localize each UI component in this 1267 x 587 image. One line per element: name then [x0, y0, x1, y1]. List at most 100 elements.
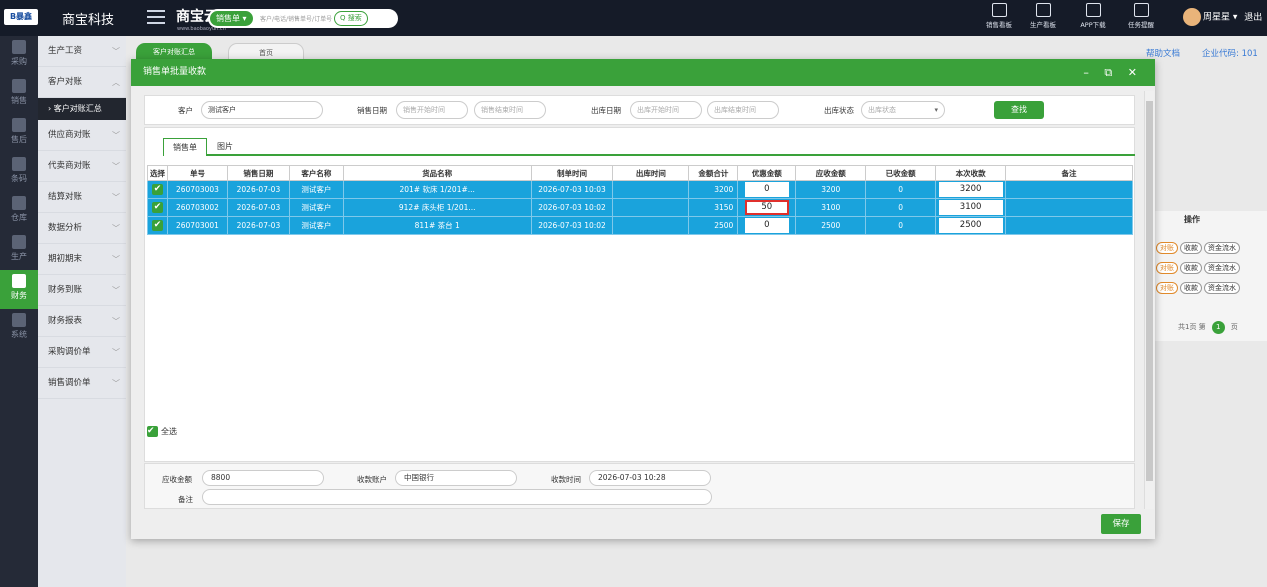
col-out-time[interactable]: 出库时间 — [612, 165, 690, 181]
out-status-select[interactable]: 出库状态 ▾ — [861, 101, 945, 119]
receive-button[interactable]: 收款 — [1180, 262, 1202, 274]
tab-images[interactable]: 图片 — [213, 138, 237, 156]
sidebar-item-finance-report[interactable]: 财务报表 ﹀ — [38, 306, 126, 337]
vertical-scrollbar[interactable] — [1144, 91, 1154, 509]
chevron-down-icon: ﹀ — [112, 131, 120, 140]
checkmark-icon[interactable]: ✔ — [147, 426, 158, 437]
note-input[interactable] — [202, 489, 712, 505]
cell-note[interactable] — [1005, 198, 1133, 217]
sidebar-item-supplier-reconcile[interactable]: 供应商对账 ﹀ — [38, 120, 126, 151]
col-total[interactable]: 金额合计 — [688, 165, 739, 181]
customer-field[interactable]: 测试客户 — [201, 101, 323, 119]
brand-logo[interactable]: B暴鑫 — [4, 9, 38, 25]
rail-item-finance[interactable]: 财务 — [0, 270, 38, 309]
sidebar-item-purchase-price[interactable]: 采购调价单 ﹀ — [38, 337, 126, 368]
reconcile-button[interactable]: 对账 — [1156, 282, 1178, 294]
sidebar-item-customer-reconcile[interactable]: 客户对账 ︿ — [38, 67, 126, 98]
app-download-button[interactable]: APP下载 — [1071, 3, 1115, 33]
global-search-input[interactable]: 客户/电话/销售单号/订单号 — [260, 14, 332, 23]
discount-input[interactable]: 0 — [744, 218, 789, 233]
sale-start-input[interactable]: 销售开始时间 — [396, 101, 468, 119]
sales-board-label: 销售看板 — [986, 21, 1012, 29]
rail-item-system[interactable]: 系统 — [0, 309, 38, 348]
checkmark-icon[interactable]: ✔ — [151, 184, 163, 195]
discount-input[interactable]: 0 — [744, 182, 789, 197]
reconcile-button[interactable]: 对账 — [1156, 262, 1178, 274]
filter-bar: 客户 测试客户 销售日期 销售开始时间 销售结束时间 出库日期 出库开始时间 出… — [144, 95, 1135, 125]
rail-item-production[interactable]: 生产 — [0, 231, 38, 270]
this-receipt-input[interactable]: 2500 — [938, 218, 1003, 233]
sale-end-input[interactable]: 销售结束时间 — [474, 101, 546, 119]
select-all-checkbox[interactable]: ✔ 全选 — [147, 426, 177, 437]
tab-sales-order[interactable]: 销售单 — [163, 138, 207, 156]
menu-icon[interactable] — [147, 10, 165, 24]
col-note[interactable]: 备注 — [1005, 165, 1133, 181]
out-end-input[interactable]: 出库结束时间 — [707, 101, 779, 119]
help-doc-link[interactable]: 帮助文档 — [1146, 47, 1180, 59]
row-checkbox[interactable]: ✔ — [147, 180, 168, 199]
scrollbar-thumb[interactable] — [1146, 101, 1153, 481]
row-actions: 对账 收款 资金流水 — [1156, 242, 1242, 255]
sale-date-label: 销售日期 — [357, 106, 387, 115]
save-button[interactable]: 保存 — [1101, 514, 1141, 534]
task-reminder-button[interactable]: 任务提醒 — [1119, 3, 1163, 33]
this-receipt-input[interactable]: 3100 — [938, 200, 1003, 215]
out-start-input[interactable]: 出库开始时间 — [630, 101, 702, 119]
rail-item-barcode[interactable]: 条码 — [0, 153, 38, 192]
sidebar-item-agent-reconcile[interactable]: 代卖商对账 ﹀ — [38, 151, 126, 182]
cell-note[interactable] — [1005, 216, 1133, 235]
chevron-down-icon: ﹀ — [112, 162, 120, 171]
receipt-time-input[interactable]: 2026-07-03 10:28 — [589, 470, 711, 486]
rail-item-sales[interactable]: 销售 — [0, 75, 38, 114]
col-sale-date[interactable]: 销售日期 — [226, 165, 290, 181]
row-checkbox[interactable]: ✔ — [147, 198, 168, 217]
rail-item-warehouse[interactable]: 仓库 — [0, 192, 38, 231]
receive-button[interactable]: 收款 — [1180, 282, 1202, 294]
page-number-current[interactable]: 1 — [1211, 321, 1225, 334]
sidebar-item-finance-arrival[interactable]: 财务到账 ﹀ — [38, 275, 126, 306]
rail-label: 生产 — [11, 252, 27, 261]
table-row[interactable]: ✔ 260703002 2026-07-03 测试客户 912# 床头柜 1/2… — [147, 198, 1133, 217]
receive-button[interactable]: 收款 — [1180, 242, 1202, 254]
table-row[interactable]: ✔ 260703001 2026-07-03 测试客户 811# 茶台 1 20… — [147, 216, 1133, 235]
table-row[interactable]: ✔ 260703003 2026-07-03 测试客户 201# 软床 1/20… — [147, 180, 1133, 199]
sidebar-item-settlement[interactable]: 结算对账 ﹀ — [38, 182, 126, 213]
checkmark-icon[interactable]: ✔ — [151, 202, 163, 213]
reconcile-button[interactable]: 对账 — [1156, 242, 1178, 254]
col-receivable[interactable]: 应收金额 — [795, 165, 867, 181]
sidebar-item-sales-price[interactable]: 销售调价单 ﹀ — [38, 368, 126, 399]
rail-item-purchase[interactable]: 采购 — [0, 36, 38, 75]
row-checkbox[interactable]: ✔ — [147, 216, 168, 235]
chevron-up-icon: ︿ — [112, 78, 120, 87]
this-receipt-input[interactable]: 3200 — [938, 182, 1003, 197]
window-controls[interactable]: – ⧉ ✕ — [1083, 59, 1143, 86]
col-goods[interactable]: 货品名称 — [342, 165, 532, 181]
production-board-button[interactable]: 生产看板 — [1021, 3, 1065, 33]
discount-input[interactable]: 50 — [744, 200, 789, 215]
sidebar-item-period[interactable]: 期初期末 ﹀ — [38, 244, 126, 275]
sidebar-item-production-wage[interactable]: 生产工资 ﹀ — [38, 36, 126, 67]
cell-discount: 50 — [737, 198, 797, 217]
global-search-button[interactable]: Q 搜索 — [334, 11, 368, 26]
col-this-receipt[interactable]: 本次收款 — [935, 165, 1007, 181]
logout-link[interactable]: 退出 — [1244, 13, 1262, 23]
search-type-select[interactable]: 销售单 ▾ — [210, 11, 253, 26]
sidebar-item-data-analysis[interactable]: 数据分析 ﹀ — [38, 213, 126, 244]
col-discount[interactable]: 优惠金额 — [737, 165, 797, 181]
col-customer[interactable]: 客户名称 — [288, 165, 344, 181]
checkmark-icon[interactable]: ✔ — [151, 220, 163, 231]
cell-note[interactable] — [1005, 180, 1133, 199]
col-received[interactable]: 已收金额 — [865, 165, 937, 181]
receipt-time-label: 收款时间 — [551, 475, 581, 484]
col-order-no[interactable]: 单号 — [166, 165, 228, 181]
sales-board-button[interactable]: 销售看板 — [977, 3, 1021, 33]
rail-item-aftersales[interactable]: 售后 — [0, 114, 38, 153]
find-button[interactable]: 查找 — [994, 101, 1044, 119]
fund-flow-button[interactable]: 资金流水 — [1204, 282, 1240, 294]
fund-flow-button[interactable]: 资金流水 — [1204, 262, 1240, 274]
sidebar-subitem-customer-summary[interactable]: › 客户对账汇总 — [38, 98, 126, 120]
account-select[interactable]: 中国银行 — [395, 470, 517, 486]
fund-flow-button[interactable]: 资金流水 — [1204, 242, 1240, 254]
col-created[interactable]: 制单时间 — [530, 165, 614, 181]
user-menu[interactable]: 周星星 ▾ 退出 — [1183, 8, 1262, 26]
